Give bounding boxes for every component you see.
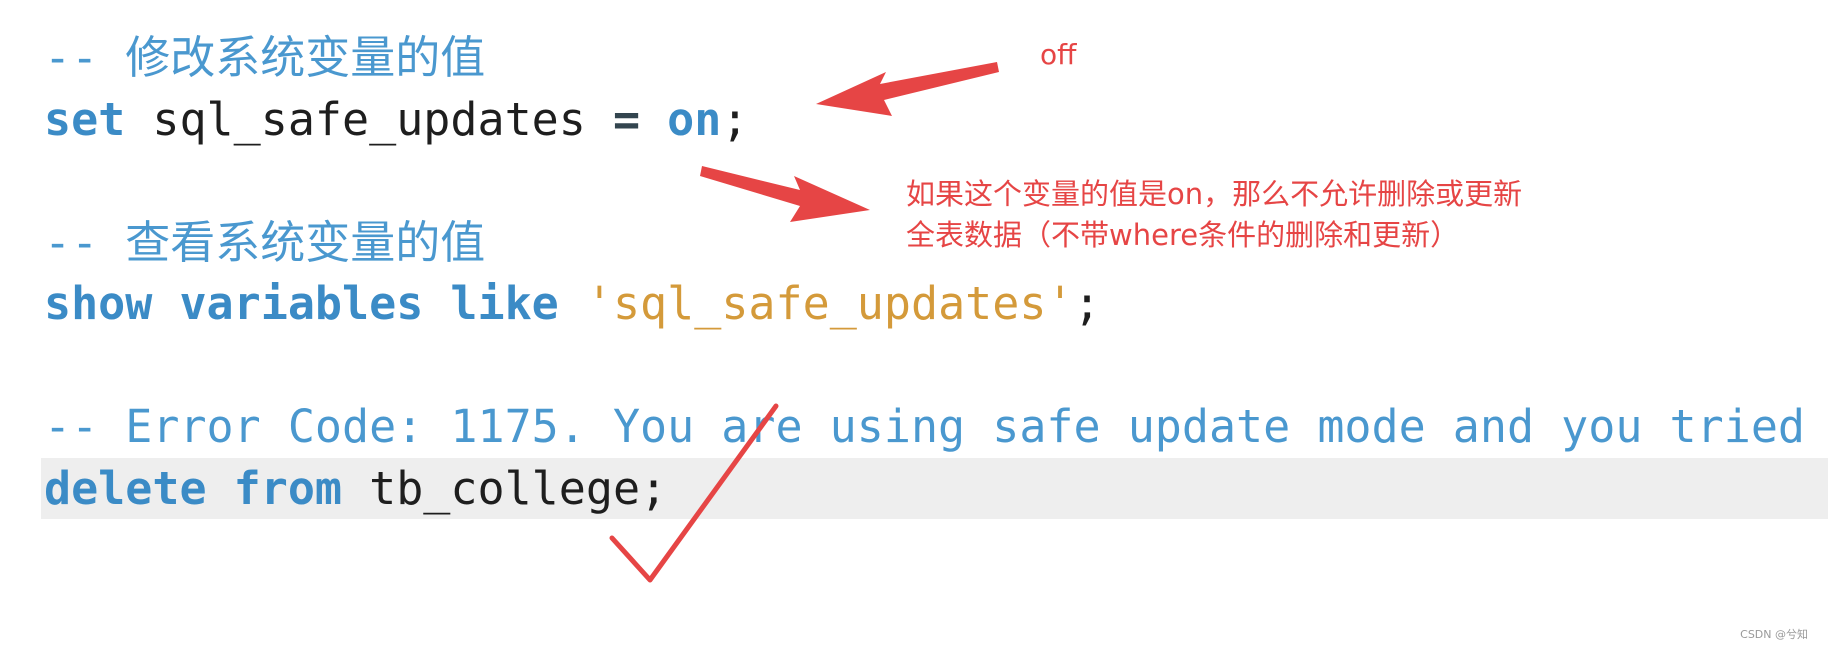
- note-annotation: 如果这个变量的值是on，那么不允许删除或更新 全表数据（不带where条件的删除…: [906, 174, 1522, 256]
- off-annotation: off: [1040, 38, 1077, 71]
- note-line: 全表数据（不带where条件的删除和更新）: [906, 218, 1460, 252]
- note-line: 如果这个变量的值是on，那么不允许删除或更新: [906, 177, 1523, 211]
- arrow-to-on-icon: [816, 62, 999, 116]
- arrow-to-note-icon: [700, 166, 870, 222]
- checkmark-icon: [609, 403, 779, 583]
- annotation-layer: [609, 62, 999, 583]
- watermark: CSDN @兮知: [1740, 628, 1808, 641]
